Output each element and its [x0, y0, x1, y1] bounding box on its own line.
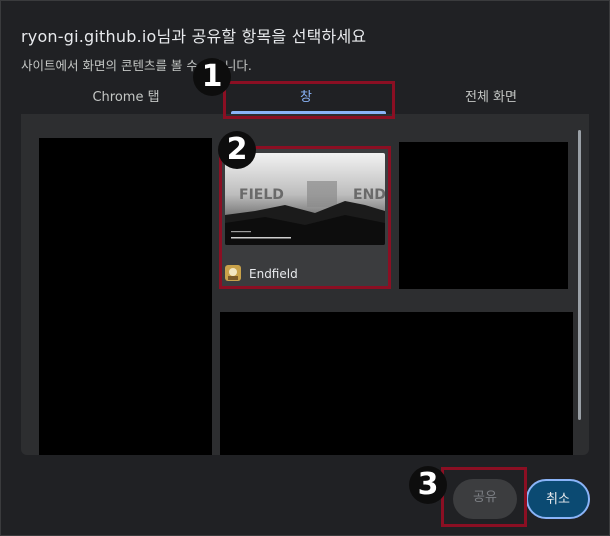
scrollbar[interactable]: [578, 130, 581, 420]
window-thumbnail[interactable]: [220, 312, 573, 455]
share-tabs: Chrome 탭 창 전체 화면: [21, 85, 591, 114]
svg-text:END: END: [353, 187, 385, 203]
endfield-app-icon: [225, 265, 241, 281]
window-thumbnail[interactable]: [39, 138, 212, 455]
step-badge-1: 1: [193, 58, 231, 96]
tab-entire-screen[interactable]: 전체 화면: [391, 85, 591, 113]
window-list-panel: FIELD END Endfield: [21, 114, 589, 455]
share-screen-dialog: ryon-gi.github.io님과 공유할 항목을 선택하세요 사이트에서 …: [0, 0, 610, 536]
svg-text:FIELD: FIELD: [239, 187, 284, 203]
window-thumbnail[interactable]: [399, 142, 568, 289]
share-button[interactable]: 공유: [453, 479, 517, 519]
window-card-endfield[interactable]: FIELD END Endfield: [221, 147, 389, 289]
window-label-endfield: Endfield: [249, 267, 298, 281]
step-badge-3: 3: [409, 466, 447, 504]
dialog-title: ryon-gi.github.io님과 공유할 항목을 선택하세요: [21, 27, 367, 46]
window-preview-image: FIELD END: [225, 153, 385, 245]
step-badge-2: 2: [218, 131, 256, 169]
cancel-button[interactable]: 취소: [526, 479, 590, 519]
tab-window[interactable]: 창: [226, 85, 386, 113]
